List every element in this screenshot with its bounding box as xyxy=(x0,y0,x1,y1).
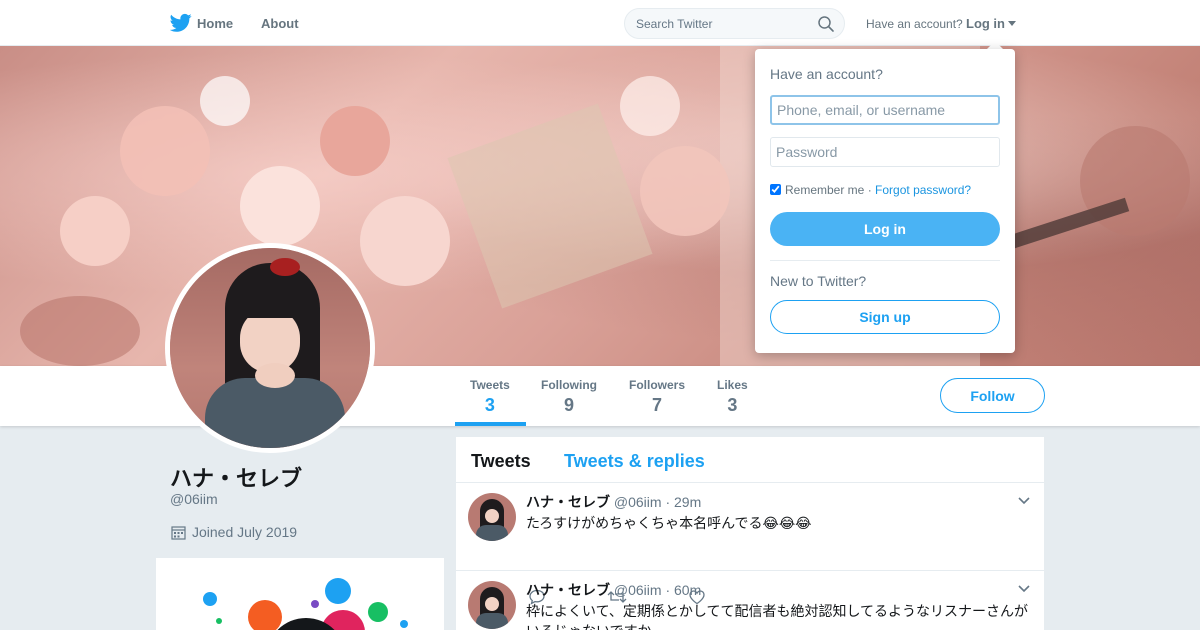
divider xyxy=(770,260,1000,261)
search-box xyxy=(624,8,845,39)
tweet-avatar[interactable] xyxy=(468,493,516,541)
tweet-item[interactable]: ハナ・セレブ @06iim · 60m 枠によくいて、定期係とかしてて配信者も絶… xyxy=(456,571,1044,630)
signup-button[interactable]: Sign up xyxy=(770,300,1000,334)
top-navigation-bar: Home About Have an account? Log in xyxy=(0,0,1200,46)
tweet-avatar[interactable] xyxy=(468,581,516,629)
stat-label: Followers xyxy=(629,378,686,392)
remember-row: Remember me · Forgot password? xyxy=(770,183,971,197)
profile-handle[interactable]: @06iim xyxy=(170,491,218,507)
tweet-text: 枠によくいて、定期係とかしてて配信者も絶対認知してるようなリスナーさんがいるじゃ… xyxy=(526,603,1029,630)
joined-date: Joined July 2019 xyxy=(171,524,297,540)
tweet-header: ハナ・セレブ @06iim · 29m xyxy=(526,492,701,512)
tweet-author-name[interactable]: ハナ・セレブ xyxy=(526,582,610,598)
tweet-author-name[interactable]: ハナ・セレブ xyxy=(526,494,610,510)
stat-label: Likes xyxy=(717,378,748,392)
stat-likes[interactable]: Likes 3 xyxy=(717,378,748,416)
tweet-timestamp[interactable]: · 29m xyxy=(665,494,701,510)
dropdown-title: Have an account? xyxy=(770,66,883,82)
remember-me-checkbox[interactable] xyxy=(770,184,781,195)
login-dropdown: Have an account? Remember me · Forgot pa… xyxy=(755,49,1015,353)
stat-value: 7 xyxy=(652,395,663,415)
tab-tweets[interactable]: Tweets xyxy=(471,451,531,472)
joined-text: Joined July 2019 xyxy=(192,524,298,540)
remember-me-label[interactable]: Remember me xyxy=(785,183,864,197)
stat-value: 3 xyxy=(727,395,738,415)
stat-tweets[interactable]: Tweets 3 xyxy=(470,378,510,416)
calendar-icon xyxy=(171,526,186,540)
tweet-header: ハナ・セレブ @06iim · 60m xyxy=(526,580,701,600)
tweet-item[interactable]: ハナ・セレブ @06iim · 29m たろすけがめちゃくちゃ本名呼んでる😂😂😂 xyxy=(456,483,1044,605)
profile-display-name: ハナ・セレブ xyxy=(170,466,303,491)
tweet-timestamp[interactable]: · 60m xyxy=(665,582,701,598)
chevron-down-icon[interactable] xyxy=(1018,585,1030,593)
tweet-text: たろすけがめちゃくちゃ本名呼んでる😂😂😂 xyxy=(526,515,812,531)
search-input[interactable] xyxy=(636,15,806,33)
have-account-text: Have an account? xyxy=(866,17,963,31)
avatar-image xyxy=(170,248,370,448)
stat-value: 9 xyxy=(563,395,574,415)
stat-value: 3 xyxy=(484,395,495,415)
profile-avatar[interactable] xyxy=(165,243,375,453)
stat-label: Tweets xyxy=(470,378,510,392)
username-field[interactable] xyxy=(770,95,1000,125)
forgot-password-link[interactable]: Forgot password? xyxy=(875,183,971,197)
stat-label: Following xyxy=(541,378,597,392)
chevron-down-icon[interactable] xyxy=(1018,497,1030,505)
nav-about-link[interactable]: About xyxy=(261,16,299,31)
password-field[interactable] xyxy=(770,137,1000,167)
tweet-author-handle[interactable]: @06iim xyxy=(614,582,662,598)
search-icon[interactable] xyxy=(817,15,835,33)
tab-tweets-and-replies[interactable]: Tweets & replies xyxy=(564,451,705,472)
stat-followers[interactable]: Followers 7 xyxy=(629,378,685,416)
stat-following[interactable]: Following 9 xyxy=(541,378,597,416)
media-preview-card[interactable] xyxy=(156,558,444,630)
login-menu-toggle[interactable]: Log in xyxy=(966,16,1005,31)
tweet-author-handle[interactable]: @06iim xyxy=(614,494,662,510)
timeline: Tweets Tweets & replies ハナ・セレブ @06iim · … xyxy=(456,437,1044,630)
follow-button[interactable]: Follow xyxy=(940,378,1045,413)
separator-dot: · xyxy=(867,183,872,197)
caret-down-icon[interactable] xyxy=(1008,21,1016,26)
new-to-twitter-text: New to Twitter? xyxy=(770,273,867,289)
nav-home-link[interactable]: Home xyxy=(197,16,233,31)
login-button[interactable]: Log in xyxy=(770,212,1000,246)
timeline-tabs: Tweets Tweets & replies xyxy=(456,437,1044,483)
twitter-bird-icon[interactable] xyxy=(170,13,192,33)
active-tab-indicator xyxy=(455,422,526,426)
